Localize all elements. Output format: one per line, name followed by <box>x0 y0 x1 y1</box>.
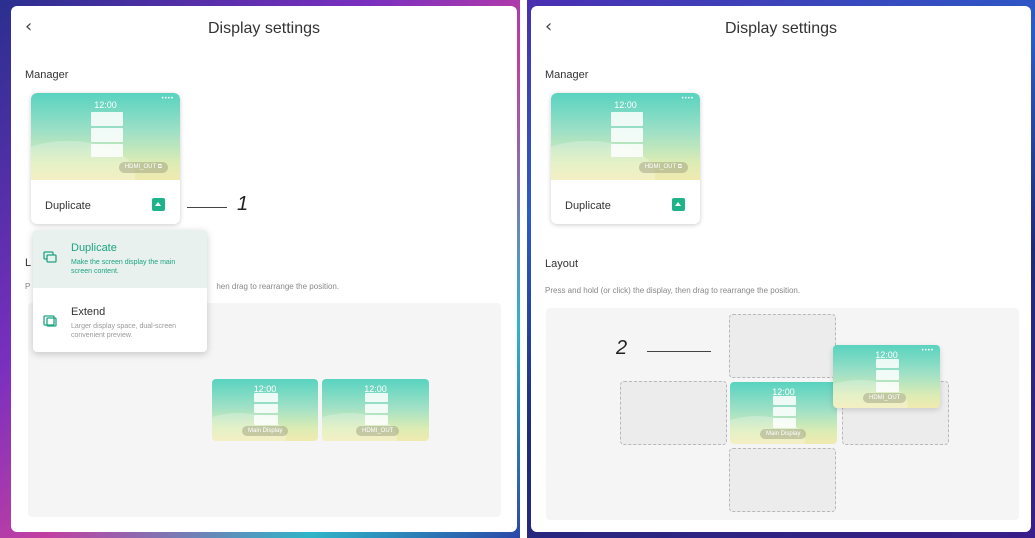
manager-label: Manager <box>545 69 589 81</box>
layout-display-main[interactable]: 12:00 Main Display <box>730 382 837 444</box>
layout-slot-top <box>729 314 836 378</box>
display-mode-value: Duplicate <box>45 200 91 212</box>
extend-icon <box>43 315 57 327</box>
display-mode-value: Duplicate <box>565 200 611 212</box>
mode-dropdown-toggle[interactable] <box>152 198 165 211</box>
layout-display-hdmi[interactable]: •••• 12:00 HDMI_OUT <box>833 345 940 408</box>
display-mode-card[interactable]: •••• 12:00 HDMI_OUT ⧉ Duplicate <box>551 93 700 224</box>
menu-item-desc: Make the screen display the main screen … <box>71 259 176 275</box>
page-title: Display settings <box>207 20 321 37</box>
callout-line-2 <box>647 351 711 352</box>
duplicate-icon <box>43 251 57 263</box>
mode-dropdown-toggle[interactable] <box>672 198 685 211</box>
display-label: Main Display <box>760 429 807 440</box>
output-badge: HDMI_OUT ⧉ <box>638 162 688 174</box>
menu-item-extend[interactable]: Extend Larger display space, dual-screen… <box>33 294 207 352</box>
menu-item-title: Extend <box>71 306 106 318</box>
callout-number-1: 1 <box>237 193 249 215</box>
display-mode-card[interactable]: •••• 12:00 HDMI_OUT ⧉ Duplicate <box>31 93 180 224</box>
manager-label: Manager <box>25 69 69 81</box>
thumbnail-clock: 12:00 <box>94 99 117 110</box>
layout-hint: Press and hold (or click) the display, t… <box>545 286 801 295</box>
layout-label: Layout <box>545 258 579 270</box>
display-label: HDMI_OUT <box>863 392 907 403</box>
settings-panel-right: ‹ Display settings Manager •••• 12:00 HD… <box>531 6 1031 532</box>
settings-panel-left: ‹ Display settings Manager •••• 12:00 HD… <box>11 6 517 532</box>
display-mode-menu: Duplicate Make the screen display the ma… <box>33 230 207 352</box>
menu-item-title: Duplicate <box>71 242 117 254</box>
callout-number-2: 2 <box>616 337 628 359</box>
thumbnail-clock: 12:00 <box>614 99 637 110</box>
layout-slot-left <box>620 381 727 445</box>
layout-slot-bottom <box>729 448 836 512</box>
display-thumbnail: •••• 12:00 HDMI_OUT ⧉ <box>31 93 180 180</box>
layout-display-hdmi[interactable]: 12:00 HDMI_OUT <box>322 379 429 441</box>
display-label: Main Display <box>242 426 289 437</box>
display-thumbnail: •••• 12:00 HDMI_OUT ⧉ <box>551 93 700 180</box>
menu-item-duplicate[interactable]: Duplicate Make the screen display the ma… <box>33 230 207 288</box>
callout-line-1 <box>187 207 227 208</box>
page-title: Display settings <box>724 20 838 37</box>
display-label: HDMI_OUT <box>356 426 400 437</box>
layout-label: L <box>25 257 32 269</box>
menu-item-desc: Larger display space, dual-screen conven… <box>71 323 177 339</box>
layout-display-main[interactable]: 12:00 Main Display <box>212 379 318 441</box>
screenshot-divider <box>520 0 527 538</box>
output-badge: HDMI_OUT ⧉ <box>118 162 168 174</box>
